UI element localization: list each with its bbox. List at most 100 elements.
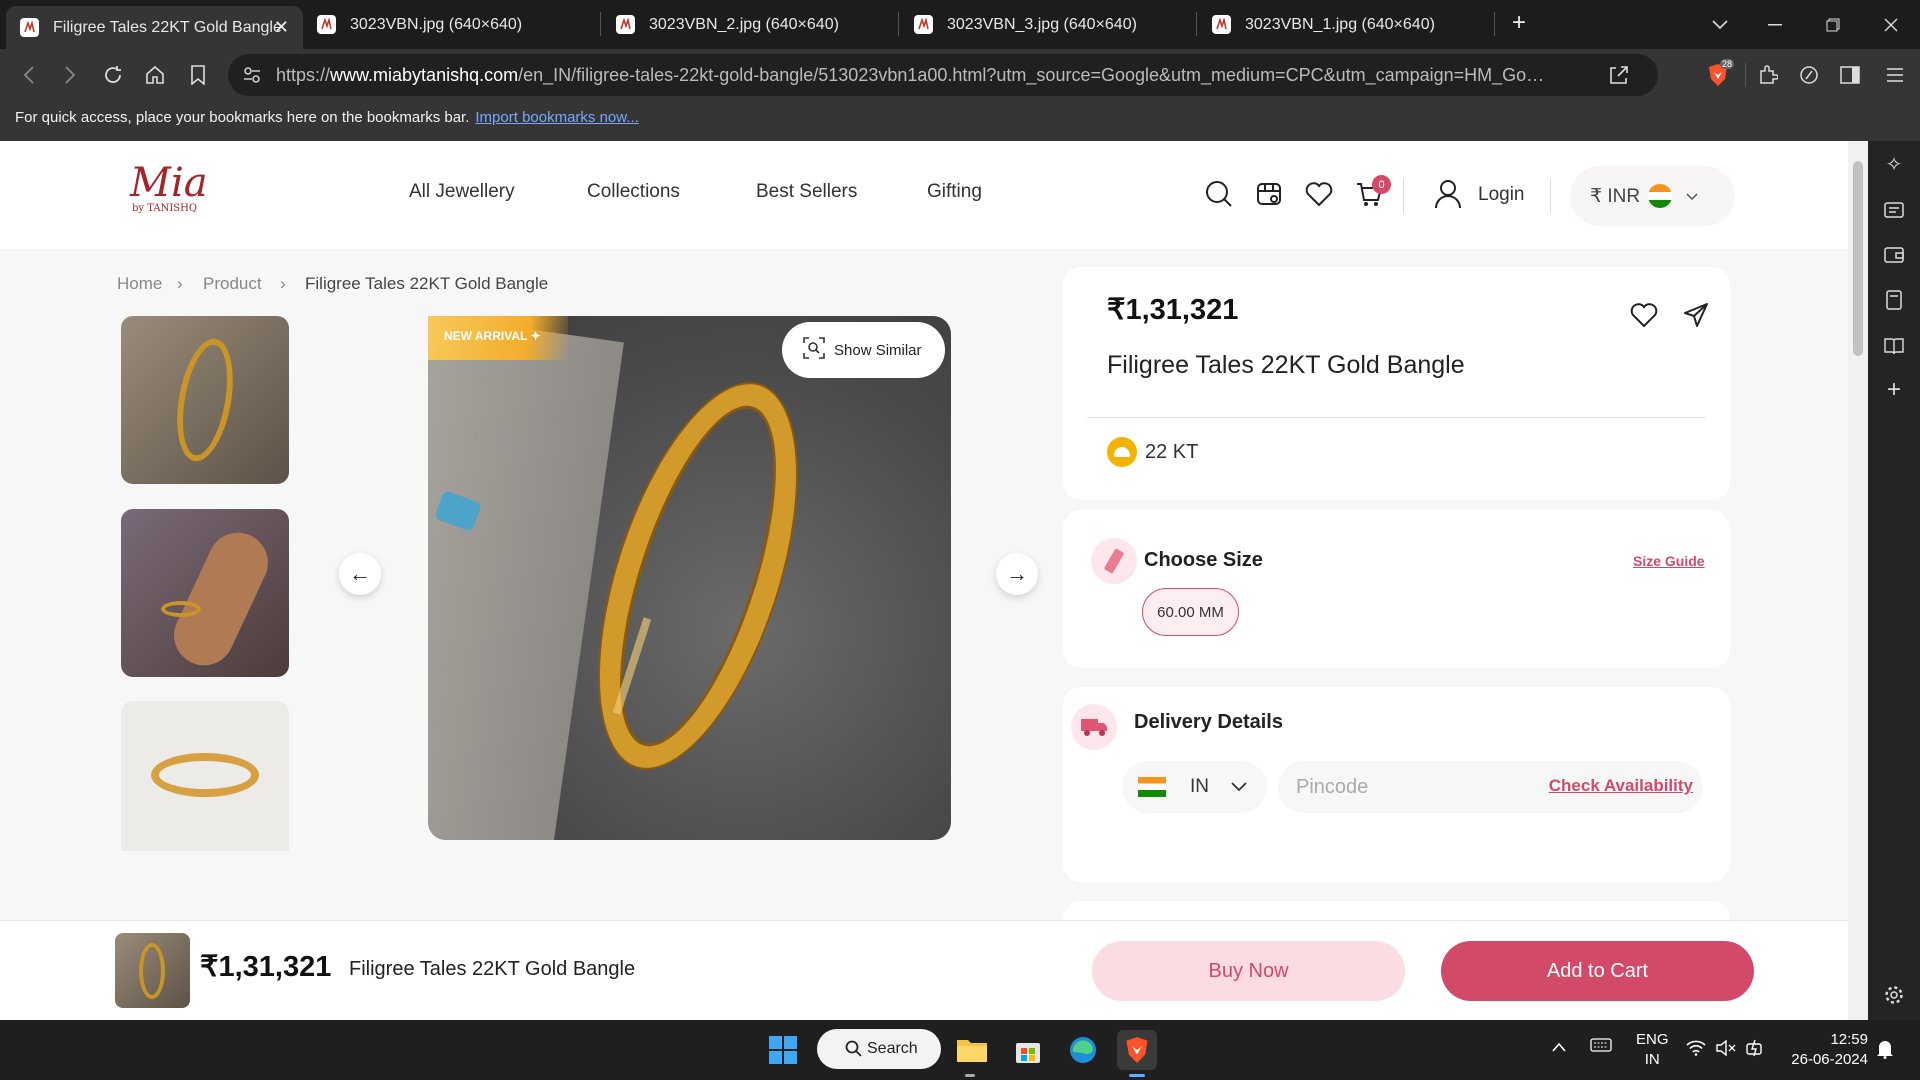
add-to-cart-button[interactable]: Add to Cart xyxy=(1441,941,1754,1001)
login-link[interactable]: Login xyxy=(1478,184,1525,206)
tab[interactable]: 3023VBN_2.jpg (640×640) xyxy=(602,0,899,49)
search-icon xyxy=(845,1040,863,1063)
tab-search-chevron-icon[interactable] xyxy=(1702,0,1738,49)
gallery-thumbnail[interactable] xyxy=(121,509,289,677)
share-send-icon[interactable] xyxy=(1678,297,1714,333)
gallery-thumbnail[interactable] xyxy=(121,316,289,484)
show-hidden-icons[interactable] xyxy=(1552,1038,1566,1058)
country-selector[interactable]: IN xyxy=(1122,761,1267,813)
bookmarks-panel-icon[interactable] xyxy=(1868,280,1920,320)
product-main-image[interactable] xyxy=(428,316,951,840)
restore-icon[interactable] xyxy=(1815,0,1851,49)
keyboard-icon[interactable] xyxy=(1590,1038,1612,1058)
size-option-selected[interactable]: 60.00 MM xyxy=(1142,588,1239,636)
size-guide-link[interactable]: Size Guide xyxy=(1633,553,1705,569)
add-panel-icon[interactable]: + xyxy=(1868,370,1920,410)
import-bookmarks-link[interactable]: Import bookmarks now... xyxy=(475,109,638,126)
next-image-arrow-icon[interactable]: → xyxy=(996,553,1038,595)
site-settings-icon[interactable] xyxy=(242,65,262,90)
menu-icon[interactable] xyxy=(1877,49,1913,101)
mia-favicon-icon xyxy=(616,15,635,34)
running-app-indicator xyxy=(965,1074,975,1077)
tab[interactable]: 3023VBN.jpg (640×640) xyxy=(303,0,600,49)
gallery-thumbnail[interactable] xyxy=(121,701,289,851)
sticky-product-thumbnail xyxy=(115,933,190,1008)
scrollbar-thumb[interactable] xyxy=(1853,161,1863,356)
breadcrumb-separator: › xyxy=(177,274,183,293)
tab-title: 3023VBN.jpg (640×640) xyxy=(350,15,523,33)
windows-start-icon[interactable] xyxy=(763,1030,803,1070)
close-tab-icon[interactable]: ✕ xyxy=(274,17,289,38)
nav-all-jewellery[interactable]: All Jewellery xyxy=(409,181,515,203)
delivery-truck-icon xyxy=(1071,704,1117,750)
currency-selector[interactable]: ₹ INR xyxy=(1570,166,1735,226)
prev-image-arrow-icon[interactable]: ← xyxy=(339,553,381,595)
store-locator-icon[interactable] xyxy=(1252,177,1286,211)
buy-now-button[interactable]: Buy Now xyxy=(1092,941,1405,1001)
leo-sparkle-icon[interactable]: ✧ xyxy=(1868,144,1920,184)
share-icon[interactable] xyxy=(1608,64,1630,91)
mia-favicon-icon xyxy=(20,18,39,37)
sidebar-toggle-icon[interactable] xyxy=(1832,49,1868,101)
brave-shields-icon[interactable]: 28 xyxy=(1700,49,1736,101)
reader-icon[interactable] xyxy=(1868,326,1920,366)
reading-list-icon[interactable] xyxy=(1868,190,1920,230)
wifi-icon[interactable] xyxy=(1686,1040,1706,1062)
notification-bell-icon[interactable] xyxy=(1876,1039,1894,1065)
tab-active[interactable]: Filigree Tales 22KT Gold Bangle ✕ xyxy=(6,6,303,49)
clock-time: 12:59 xyxy=(1830,1031,1868,1048)
breadcrumb-home[interactable]: Home xyxy=(117,274,162,294)
nav-best-sellers[interactable]: Best Sellers xyxy=(756,181,857,203)
mia-favicon-icon xyxy=(914,15,933,34)
shield-count-badge: 28 xyxy=(1720,59,1735,69)
minimize-icon[interactable] xyxy=(1757,0,1793,49)
reload-icon[interactable] xyxy=(95,49,131,101)
home-icon[interactable] xyxy=(137,49,173,101)
search-icon[interactable] xyxy=(1202,177,1236,211)
site-header: Mia by TANISHQ All Jewellery Collections… xyxy=(0,141,1848,251)
bookmarks-hint: For quick access, place your bookmarks h… xyxy=(15,109,470,126)
edge-browser-icon[interactable] xyxy=(1063,1030,1103,1070)
back-icon[interactable] xyxy=(11,49,47,101)
bookmark-icon[interactable] xyxy=(180,49,216,101)
show-similar-button[interactable]: Show Similar xyxy=(782,322,945,378)
wishlist-heart-icon[interactable] xyxy=(1302,177,1336,211)
tab-divider xyxy=(600,12,601,36)
battery-charging-icon[interactable] xyxy=(1746,1039,1766,1063)
extensions-icon[interactable] xyxy=(1750,49,1786,101)
breadcrumb-product[interactable]: Product xyxy=(203,274,262,294)
mia-logo[interactable]: Mia by TANISHQ xyxy=(130,163,208,225)
address-bar[interactable]: https://www.miabytanishq.com/en_IN/filig… xyxy=(228,54,1658,96)
browser-toolbar: https://www.miabytanishq.com/en_IN/filig… xyxy=(0,49,1920,101)
breadcrumb-separator: › xyxy=(280,274,286,293)
delivery-details-title: Delivery Details xyxy=(1134,711,1283,733)
user-icon[interactable] xyxy=(1431,177,1465,211)
language-indicator[interactable]: ENG IN xyxy=(1636,1030,1669,1070)
choose-size-title: Choose Size xyxy=(1144,549,1263,571)
microsoft-store-icon[interactable] xyxy=(1008,1030,1048,1070)
pincode-input[interactable]: Pincode Check Availability xyxy=(1278,761,1703,813)
browser-tab-strip: Filigree Tales 22KT Gold Bangle ✕ 3023VB… xyxy=(0,0,1920,49)
file-explorer-icon[interactable] xyxy=(952,1030,992,1070)
ruler-icon xyxy=(1091,538,1137,584)
nav-collections[interactable]: Collections xyxy=(587,181,680,203)
tab-divider xyxy=(1196,12,1197,36)
new-tab-button[interactable]: + xyxy=(1501,0,1537,47)
url-text: https://www.miabytanishq.com/en_IN/filig… xyxy=(276,64,1546,85)
forward-icon[interactable] xyxy=(52,49,88,101)
brave-browser-icon[interactable] xyxy=(1117,1030,1157,1070)
wishlist-heart-icon[interactable] xyxy=(1626,297,1662,333)
clock[interactable]: 12:59 26-06-2024 xyxy=(1786,1030,1868,1070)
gear-icon[interactable] xyxy=(1868,975,1920,1015)
leo-ai-icon[interactable] xyxy=(1791,49,1827,101)
taskbar-search[interactable]: Search xyxy=(817,1029,941,1069)
tab[interactable]: 3023VBN_1.jpg (640×640) xyxy=(1198,0,1495,49)
volume-muted-icon[interactable] xyxy=(1716,1039,1736,1062)
purity-label: 22 KT xyxy=(1145,440,1199,463)
tab[interactable]: 3023VBN_3.jpg (640×640) xyxy=(900,0,1197,49)
wallet-icon[interactable] xyxy=(1868,235,1920,275)
browser-sidebar: ✧ + xyxy=(1868,141,1920,1020)
nav-gifting[interactable]: Gifting xyxy=(927,181,982,203)
close-window-icon[interactable] xyxy=(1873,0,1909,49)
check-availability-link[interactable]: Check Availability xyxy=(1549,776,1693,796)
